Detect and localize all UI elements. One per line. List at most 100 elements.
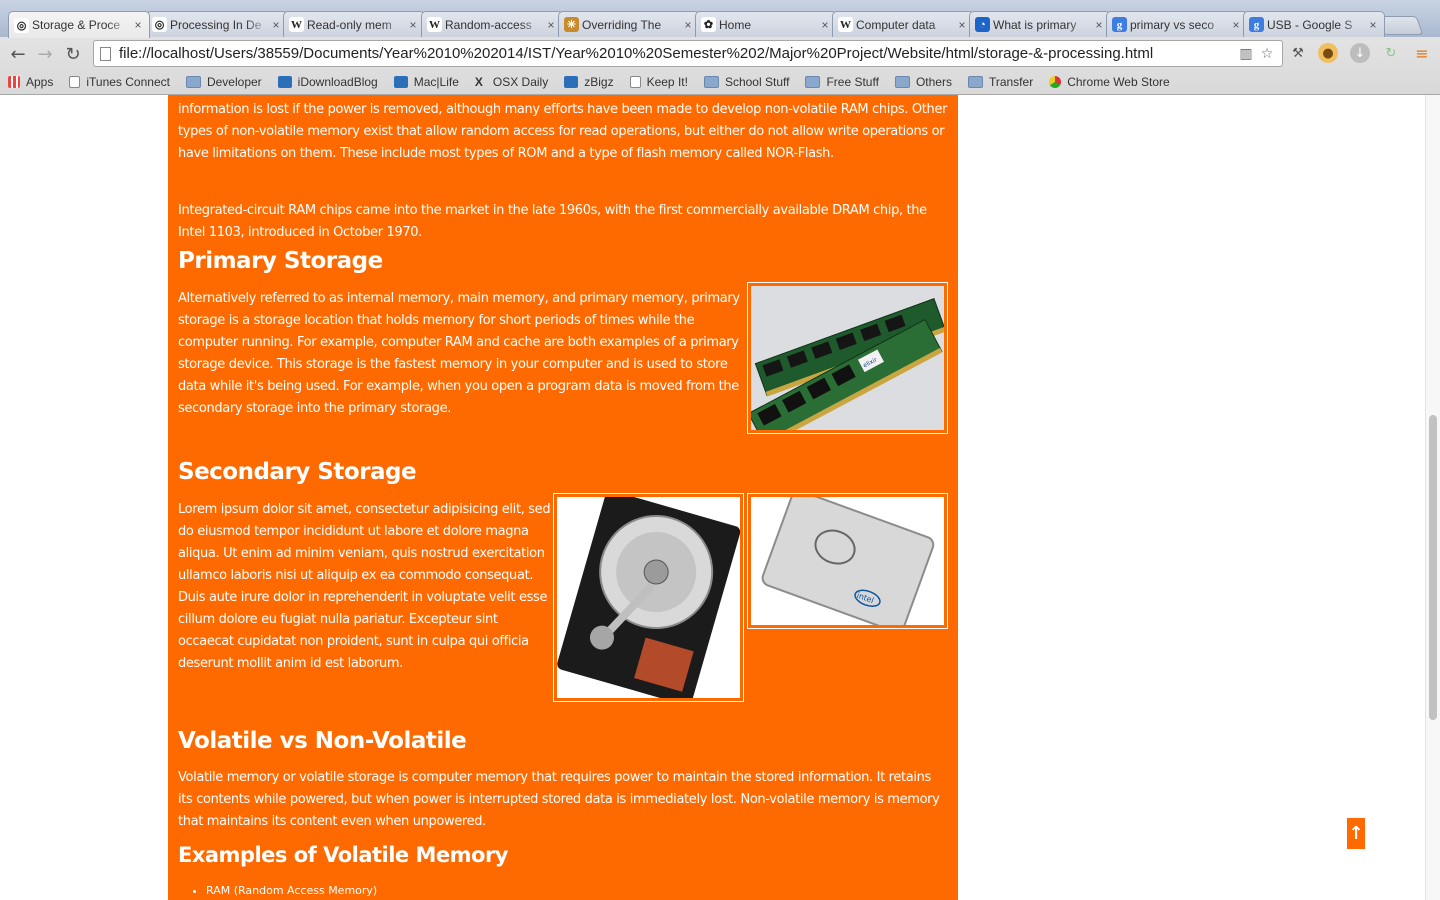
back-to-top-button[interactable]: ↑	[1347, 818, 1365, 849]
apps-grid-icon	[8, 76, 20, 88]
wikipedia-icon: W	[427, 17, 442, 32]
close-icon[interactable]: ×	[270, 18, 282, 32]
site-icon	[277, 76, 292, 88]
url-input[interactable]	[119, 45, 1229, 62]
extension-cat-icon[interactable]: ●	[1318, 43, 1338, 63]
page-icon	[629, 76, 641, 88]
tab-title: primary vs seco	[1130, 17, 1215, 32]
flower-icon: ✿	[701, 17, 716, 32]
tab-2[interactable]: W Read-only mem ×	[283, 11, 425, 37]
intro-paragraph: strict sense. RAM is normally associated…	[178, 102, 948, 161]
volatile-heading: Volatile vs Non-Volatile	[178, 728, 467, 754]
tab-title: Processing In De	[170, 17, 262, 32]
bookmark-star-icon[interactable]: ☆	[1259, 46, 1275, 62]
close-icon[interactable]: ×	[819, 18, 831, 32]
bookmark-label: Keep It!	[646, 75, 688, 89]
close-icon[interactable]: ×	[1093, 18, 1105, 32]
folder-icon	[185, 76, 201, 88]
bookmark-item[interactable]: iTunes Connect	[69, 75, 170, 89]
ram-photo: elixir	[747, 282, 948, 434]
bookmark-label: Chrome Web Store	[1067, 75, 1170, 89]
main-content: strict sense. RAM is normally associated…	[168, 95, 958, 900]
close-icon[interactable]: ×	[545, 18, 557, 32]
tab-title: What is primary	[993, 17, 1077, 32]
scrollbar-thumb[interactable]	[1429, 415, 1437, 720]
bookmark-item[interactable]: Developer	[185, 75, 262, 89]
bookmark-item[interactable]: Apps	[8, 75, 53, 89]
bookmark-item[interactable]: zBigz	[564, 75, 614, 89]
site-icon	[564, 76, 579, 88]
wrench-icon[interactable]: ⚒	[1288, 43, 1308, 63]
folder-icon	[703, 76, 719, 88]
bookmark-label: Apps	[26, 75, 54, 89]
primary-storage-text: Alternatively referred to as internal me…	[178, 291, 740, 416]
close-icon[interactable]: ×	[956, 18, 968, 32]
tab-3[interactable]: W Random-access ×	[421, 11, 563, 37]
tab-title: Storage & Proce	[32, 18, 121, 32]
browser-toolbar: ← → ↻ ▥ ☆ ⚒ ● ↓ ↻ ≡	[0, 37, 1440, 70]
tab-1[interactable]: ◎ Processing In De ×	[146, 11, 288, 37]
bookmark-label: Developer	[206, 75, 262, 89]
bookmark-item[interactable]: X OSX Daily	[475, 75, 548, 89]
examples-list: RAM (Random Access Memory)	[206, 883, 377, 899]
secondary-storage-text: Lorem ipsum dolor sit amet, consectetur …	[178, 502, 551, 671]
extension-sync-icon[interactable]: ↻	[1381, 43, 1401, 63]
tab-4[interactable]: ✳ Overriding The ×	[558, 11, 700, 37]
bookmark-label: iDownloadBlog	[297, 75, 378, 89]
reload-icon: ↻	[65, 43, 81, 65]
bookmark-item[interactable]: Chrome Web Store	[1049, 75, 1170, 89]
close-icon[interactable]: ×	[1367, 18, 1379, 32]
google-icon: g	[1112, 17, 1127, 32]
bookmark-label: Others	[915, 75, 952, 89]
intro-paragraph-2: Integrated-circuit RAM chips came into t…	[178, 203, 927, 240]
tab-8[interactable]: g primary vs seco ×	[1106, 11, 1248, 37]
tab-6[interactable]: W Computer data ×	[832, 11, 974, 37]
reader-icon[interactable]: ▥	[1238, 46, 1254, 62]
list-item: RAM (Random Access Memory)	[206, 883, 377, 899]
star-icon: ✳	[564, 17, 579, 32]
close-icon[interactable]: ×	[407, 18, 419, 32]
address-bar[interactable]: ▥ ☆	[93, 40, 1283, 67]
browser-chrome: ◎ Storage & Proce × ◎ Processing In De × W Read…	[0, 0, 1440, 95]
bookmark-item[interactable]: Keep It!	[629, 75, 688, 89]
chrome-store-icon	[1049, 76, 1062, 88]
tab-title: Home	[719, 17, 752, 32]
tab-title: Random-access	[445, 17, 532, 32]
vertical-scrollbar[interactable]	[1425, 95, 1440, 900]
back-button[interactable]: ←	[7, 43, 29, 65]
reload-button[interactable]: ↻	[62, 43, 84, 65]
tab-9[interactable]: g USB - Google S ×	[1243, 11, 1385, 37]
folder-icon	[894, 76, 910, 88]
page-viewport: strict sense. RAM is normally associated…	[0, 95, 1440, 900]
tab-0[interactable]: ◎ Storage & Proce ×	[8, 11, 150, 38]
menu-icon[interactable]: ≡	[1412, 43, 1432, 63]
bookmark-label: OSX Daily	[492, 75, 549, 89]
globe-icon: ◎	[152, 17, 167, 32]
bookmark-item[interactable]: Free Stuff	[805, 75, 879, 89]
extension-download-icon[interactable]: ↓	[1350, 43, 1370, 63]
bookmark-label: Mac|Life	[413, 75, 459, 89]
arrow-left-icon: ←	[10, 43, 26, 65]
close-icon[interactable]: ×	[682, 18, 694, 32]
forward-button[interactable]: →	[34, 43, 56, 65]
bookmark-item[interactable]: School Stuff	[703, 75, 790, 89]
tab-title: USB - Google S	[1267, 17, 1353, 32]
bookmark-label: zBigz	[584, 75, 614, 89]
bookmark-item[interactable]: Others	[894, 75, 952, 89]
tab-5[interactable]: ✿ Home ×	[695, 11, 837, 37]
bookmark-label: School Stuff	[724, 75, 790, 89]
google-icon: g	[1249, 17, 1264, 32]
bookmark-item[interactable]: iDownloadBlog	[277, 75, 378, 89]
close-icon[interactable]: ×	[132, 18, 144, 32]
volatile-examples-heading: Examples of Volatile Memory	[178, 843, 509, 867]
bookmark-item[interactable]: Transfer	[967, 75, 1033, 89]
ssd-photo: intel	[747, 493, 948, 629]
wikipedia-icon: W	[838, 17, 853, 32]
globe-icon: ◎	[14, 17, 29, 33]
tab-7[interactable]: ◔ What is primary ×	[969, 11, 1111, 37]
bookmark-item[interactable]: Mac|Life	[393, 75, 459, 89]
close-icon[interactable]: ×	[1230, 18, 1242, 32]
arrow-right-icon: →	[37, 43, 53, 65]
folder-icon	[805, 76, 821, 88]
wikipedia-icon: W	[289, 17, 304, 32]
